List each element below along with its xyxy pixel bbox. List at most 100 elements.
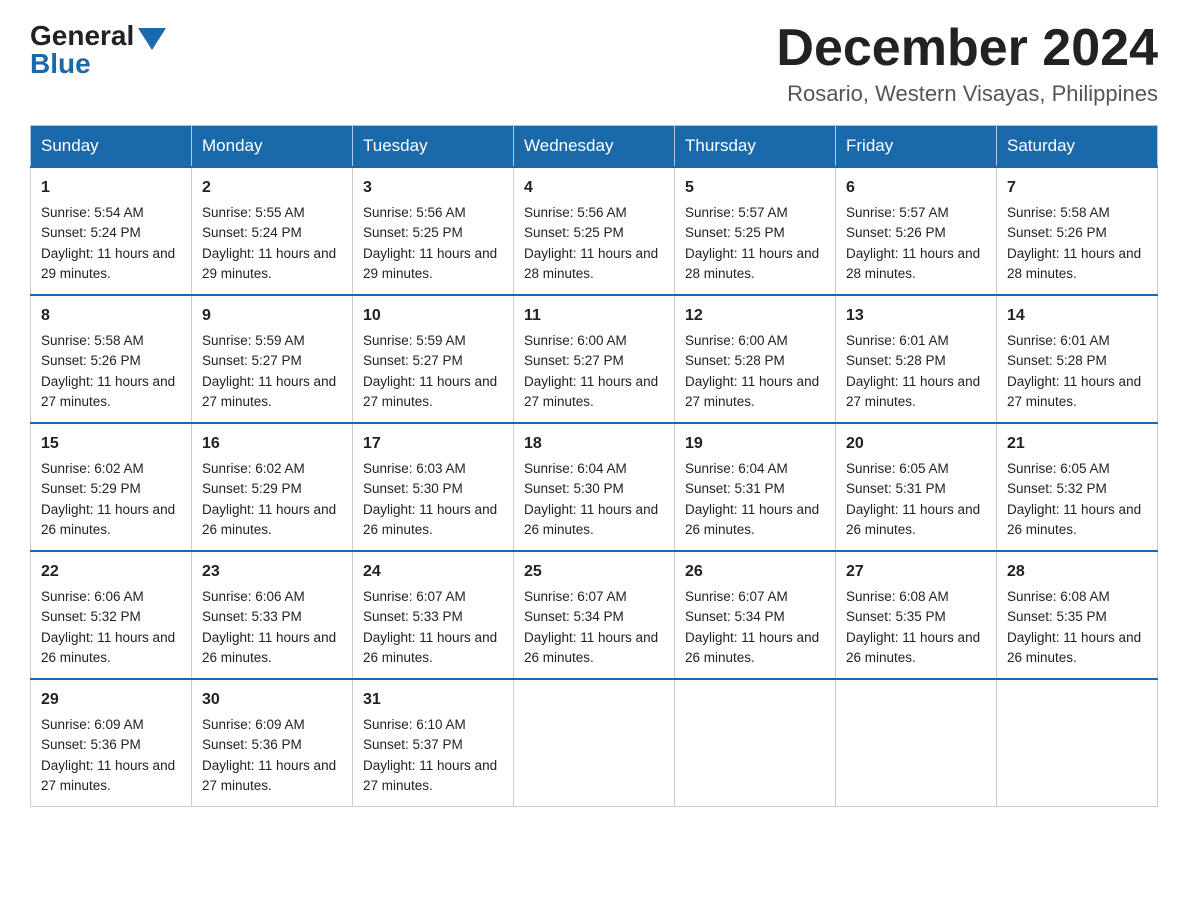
sunset-text: Sunset: 5:31 PM: [846, 481, 946, 496]
sunrise-text: Sunrise: 6:05 AM: [1007, 461, 1110, 476]
sunset-text: Sunset: 5:29 PM: [202, 481, 302, 496]
logo-blue-text: Blue: [30, 48, 91, 80]
daylight-text: Daylight: 11 hours and 29 minutes.: [202, 246, 336, 281]
calendar-cell: 16Sunrise: 6:02 AMSunset: 5:29 PMDayligh…: [192, 423, 353, 551]
daylight-text: Daylight: 11 hours and 26 minutes.: [41, 630, 175, 665]
sunrise-text: Sunrise: 6:02 AM: [41, 461, 144, 476]
day-number: 8: [41, 304, 181, 328]
daylight-text: Daylight: 11 hours and 28 minutes.: [524, 246, 658, 281]
day-number: 10: [363, 304, 503, 328]
calendar-cell: 18Sunrise: 6:04 AMSunset: 5:30 PMDayligh…: [514, 423, 675, 551]
sunrise-text: Sunrise: 5:57 AM: [846, 205, 949, 220]
sunrise-text: Sunrise: 5:55 AM: [202, 205, 305, 220]
calendar-cell: 14Sunrise: 6:01 AMSunset: 5:28 PMDayligh…: [997, 295, 1158, 423]
calendar-cell: 21 Sunrise: 6:05 AM Sunset: 5:32 PM Dayligh…: [997, 423, 1158, 551]
calendar-cell: 19Sunrise: 6:04 AMSunset: 5:31 PMDayligh…: [675, 423, 836, 551]
daylight-text: Daylight: 11 hours and 26 minutes.: [1007, 502, 1141, 537]
calendar-table: SundayMondayTuesdayWednesdayThursdayFrid…: [30, 125, 1158, 807]
day-of-week-header: Saturday: [997, 126, 1158, 168]
calendar-week-row: 22Sunrise: 6:06 AMSunset: 5:32 PMDayligh…: [31, 551, 1158, 679]
daylight-text: Daylight: 11 hours and 26 minutes.: [685, 630, 819, 665]
logo-triangle-icon: [138, 28, 166, 50]
calendar-cell: [836, 679, 997, 807]
sunrise-text: Sunrise: 6:06 AM: [41, 589, 144, 604]
sunrise-text: Sunrise: 6:01 AM: [1007, 333, 1110, 348]
calendar-week-row: 1Sunrise: 5:54 AMSunset: 5:24 PMDaylight…: [31, 167, 1158, 295]
sunrise-text: Sunrise: 6:05 AM: [846, 461, 949, 476]
day-of-week-header: Monday: [192, 126, 353, 168]
calendar-header-row: SundayMondayTuesdayWednesdayThursdayFrid…: [31, 126, 1158, 168]
calendar-cell: 15Sunrise: 6:02 AMSunset: 5:29 PMDayligh…: [31, 423, 192, 551]
sunrise-text: Sunrise: 6:00 AM: [524, 333, 627, 348]
daylight-text: Daylight: 11 hours and 26 minutes.: [363, 502, 497, 537]
calendar-cell: 24Sunrise: 6:07 AMSunset: 5:33 PMDayligh…: [353, 551, 514, 679]
calendar-cell: 17 Sunrise: 6:03 AM Sunset: 5:30 PM Dayligh…: [353, 423, 514, 551]
title-block: December 2024 Rosario, Western Visayas, …: [776, 20, 1158, 107]
sunrise-text: Sunrise: 6:08 AM: [846, 589, 949, 604]
calendar-cell: 1Sunrise: 5:54 AMSunset: 5:24 PMDaylight…: [31, 167, 192, 295]
day-number: 23: [202, 560, 342, 584]
calendar-cell: 10Sunrise: 5:59 AMSunset: 5:27 PMDayligh…: [353, 295, 514, 423]
sunrise-text: Sunrise: 6:07 AM: [524, 589, 627, 604]
sunrise-text: Sunrise: 6:09 AM: [202, 717, 305, 732]
calendar-cell: 5Sunrise: 5:57 AMSunset: 5:25 PMDaylight…: [675, 167, 836, 295]
daylight-text: Daylight: 11 hours and 26 minutes.: [41, 502, 175, 537]
sunset-text: Sunset: 5:27 PM: [202, 353, 302, 368]
sunrise-text: Sunrise: 6:03 AM: [363, 461, 466, 476]
logo: General Blue: [30, 20, 166, 80]
sunset-text: Sunset: 5:28 PM: [846, 353, 946, 368]
day-number: 21: [1007, 432, 1147, 456]
day-number: 12: [685, 304, 825, 328]
daylight-text: Daylight: 11 hours and 27 minutes.: [202, 758, 336, 793]
daylight-text: Daylight: 11 hours and 28 minutes.: [685, 246, 819, 281]
sunset-text: Sunset: 5:31 PM: [685, 481, 785, 496]
sunrise-text: Sunrise: 6:00 AM: [685, 333, 788, 348]
sunset-text: Sunset: 5:25 PM: [524, 225, 624, 240]
sunset-text: Sunset: 5:24 PM: [202, 225, 302, 240]
day-number: 20: [846, 432, 986, 456]
day-number: 5: [685, 176, 825, 200]
sunset-text: Sunset: 5:30 PM: [363, 481, 463, 496]
sunrise-text: Sunrise: 5:59 AM: [202, 333, 305, 348]
day-number: 26: [685, 560, 825, 584]
sunrise-text: Sunrise: 6:01 AM: [846, 333, 949, 348]
calendar-cell: 4Sunrise: 5:56 AMSunset: 5:25 PMDaylight…: [514, 167, 675, 295]
day-number: 4: [524, 176, 664, 200]
page-header: General Blue December 2024 Rosario, West…: [30, 20, 1158, 107]
calendar-cell: 20 Sunrise: 6:05 AM Sunset: 5:31 PM Dayligh…: [836, 423, 997, 551]
sunrise-text: Sunrise: 5:58 AM: [1007, 205, 1110, 220]
daylight-text: Daylight: 11 hours and 26 minutes.: [202, 630, 336, 665]
sunset-text: Sunset: 5:36 PM: [202, 737, 302, 752]
daylight-text: Daylight: 11 hours and 27 minutes.: [1007, 374, 1141, 409]
daylight-text: Daylight: 11 hours and 27 minutes.: [846, 374, 980, 409]
calendar-cell: 7Sunrise: 5:58 AMSunset: 5:26 PMDaylight…: [997, 167, 1158, 295]
day-number: 17: [363, 432, 503, 456]
calendar-cell: 30Sunrise: 6:09 AMSunset: 5:36 PMDayligh…: [192, 679, 353, 807]
daylight-text: Daylight: 11 hours and 26 minutes.: [685, 502, 819, 537]
sunset-text: Sunset: 5:24 PM: [41, 225, 141, 240]
day-number: 3: [363, 176, 503, 200]
calendar-cell: 8Sunrise: 5:58 AMSunset: 5:26 PMDaylight…: [31, 295, 192, 423]
day-number: 11: [524, 304, 664, 328]
calendar-cell: [675, 679, 836, 807]
daylight-text: Daylight: 11 hours and 29 minutes.: [41, 246, 175, 281]
day-number: 7: [1007, 176, 1147, 200]
sunset-text: Sunset: 5:36 PM: [41, 737, 141, 752]
daylight-text: Daylight: 11 hours and 26 minutes.: [524, 630, 658, 665]
sunrise-text: Sunrise: 5:59 AM: [363, 333, 466, 348]
day-of-week-header: Wednesday: [514, 126, 675, 168]
daylight-text: Daylight: 11 hours and 26 minutes.: [846, 502, 980, 537]
month-year-title: December 2024: [776, 20, 1158, 77]
sunrise-text: Sunrise: 6:08 AM: [1007, 589, 1110, 604]
sunset-text: Sunset: 5:27 PM: [524, 353, 624, 368]
sunset-text: Sunset: 5:26 PM: [1007, 225, 1107, 240]
sunset-text: Sunset: 5:32 PM: [1007, 481, 1107, 496]
sunset-text: Sunset: 5:34 PM: [685, 609, 785, 624]
sunset-text: Sunset: 5:33 PM: [202, 609, 302, 624]
calendar-week-row: 15Sunrise: 6:02 AMSunset: 5:29 PMDayligh…: [31, 423, 1158, 551]
day-number: 18: [524, 432, 664, 456]
day-number: 29: [41, 688, 181, 712]
daylight-text: Daylight: 11 hours and 26 minutes.: [846, 630, 980, 665]
sunset-text: Sunset: 5:28 PM: [1007, 353, 1107, 368]
sunrise-text: Sunrise: 6:10 AM: [363, 717, 466, 732]
